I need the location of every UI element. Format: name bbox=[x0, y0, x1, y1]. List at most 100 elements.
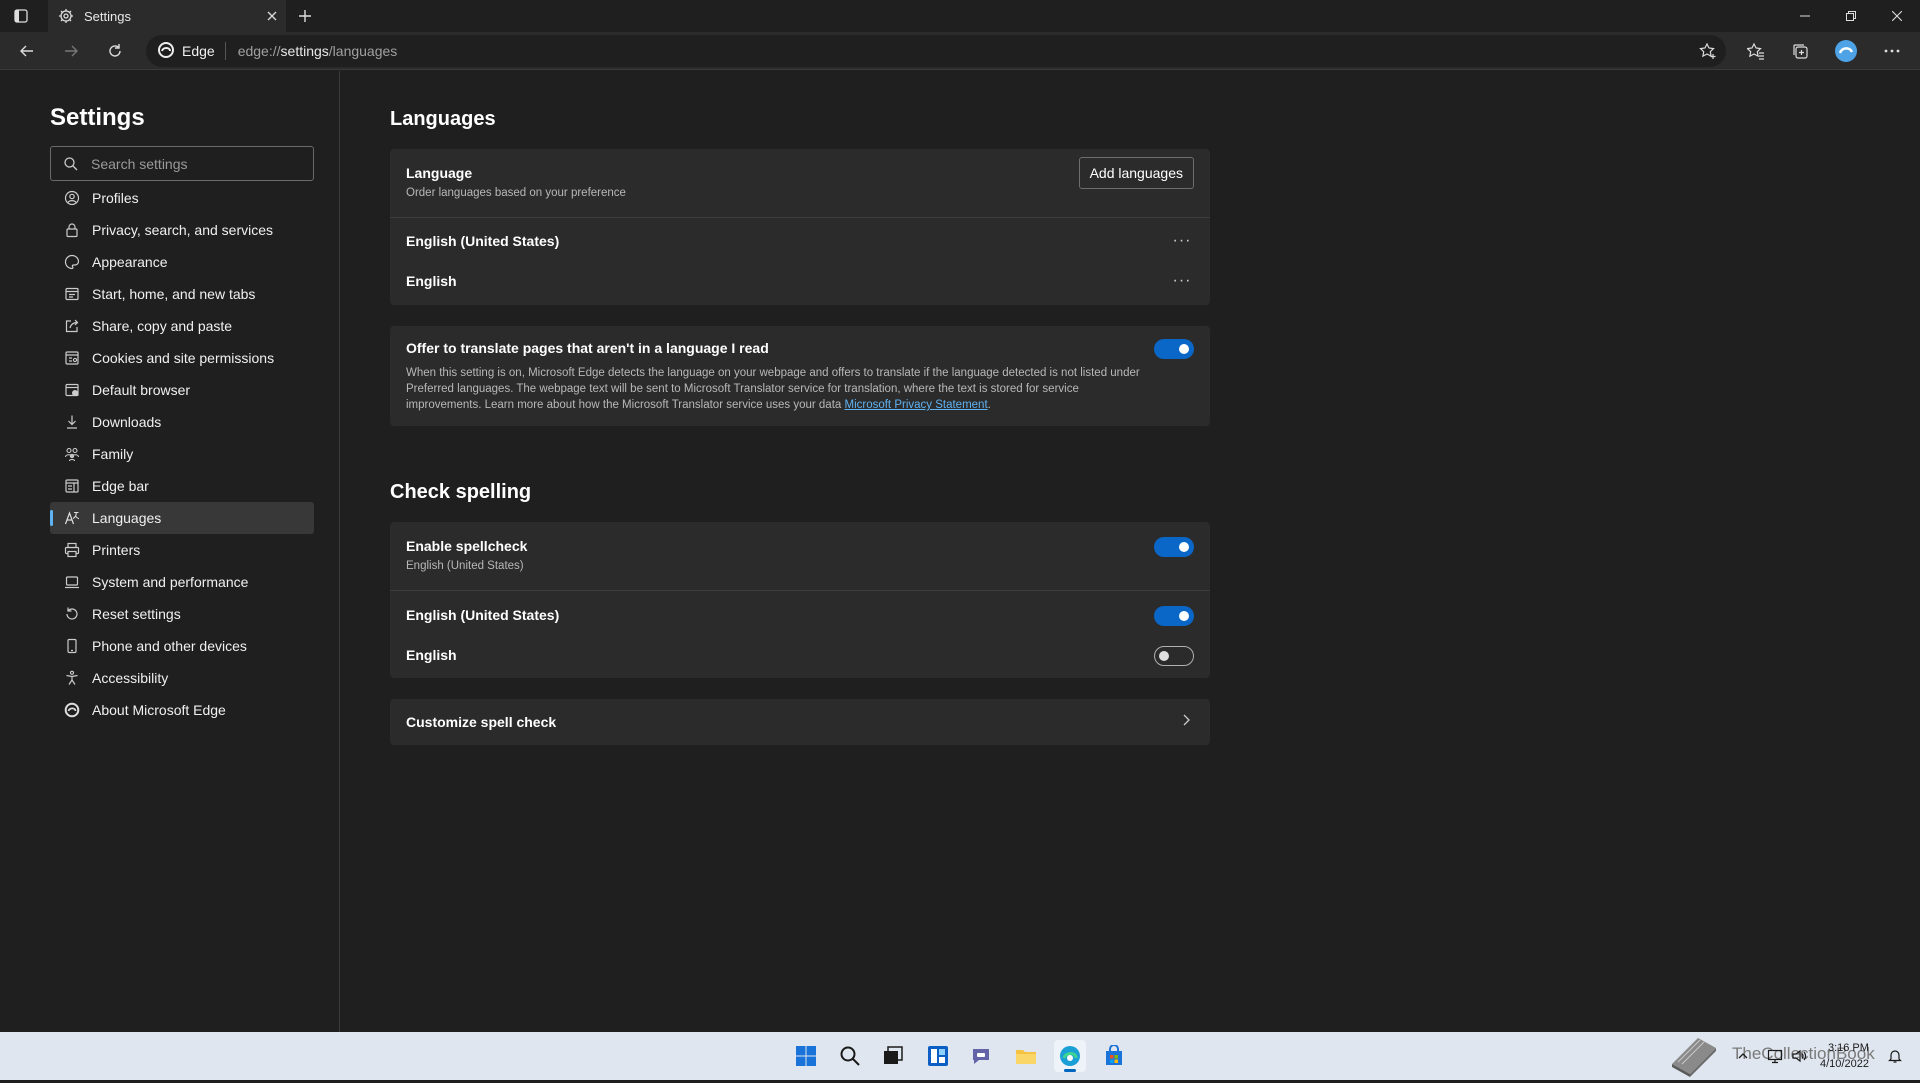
sidebar-item-default-browser[interactable]: Default browser bbox=[50, 374, 314, 406]
spellcheck-subtitle: English (United States) bbox=[406, 560, 524, 572]
spell-language-item: English bbox=[406, 647, 457, 663]
back-arrow-icon[interactable] bbox=[12, 37, 42, 65]
tab-actions-icon[interactable] bbox=[12, 7, 30, 25]
share-icon bbox=[64, 318, 80, 334]
search-icon[interactable] bbox=[834, 1040, 866, 1072]
settings-sidebar: Settings Profiles Privacy, search, and s… bbox=[0, 71, 340, 1032]
edge-browser-icon[interactable] bbox=[1054, 1040, 1086, 1072]
appearance-icon bbox=[64, 254, 80, 270]
address-bar[interactable]: Edge edge://settings/languages bbox=[146, 35, 1726, 67]
chevron-up-icon[interactable] bbox=[1734, 1047, 1752, 1065]
sidebar-item-label: Cookies and site permissions bbox=[92, 350, 275, 366]
sidebar-item-accessibility[interactable]: Accessibility bbox=[50, 662, 314, 694]
phone-icon bbox=[64, 638, 80, 654]
download-icon bbox=[64, 414, 80, 430]
sidebar-item-printers[interactable]: Printers bbox=[50, 534, 314, 566]
new-tab-icon[interactable] bbox=[292, 4, 318, 28]
sidebar-item-share[interactable]: Share, copy and paste bbox=[50, 310, 314, 342]
customize-spellcheck-row[interactable]: Customize spell check bbox=[390, 699, 1210, 745]
search-box[interactable] bbox=[50, 146, 314, 181]
site-identity[interactable]: Edge bbox=[146, 41, 226, 61]
volume-icon[interactable] bbox=[1790, 1047, 1808, 1065]
add-languages-button[interactable]: Add languages bbox=[1078, 157, 1194, 189]
language-item: English (United States) bbox=[406, 233, 560, 249]
sidebar-item-languages[interactable]: Languages bbox=[50, 502, 314, 534]
sidebar-item-label: Languages bbox=[92, 510, 162, 526]
sidebar-item-appearance[interactable]: Appearance bbox=[50, 246, 314, 278]
sidebar-item-edge-bar[interactable]: Edge bar bbox=[50, 470, 314, 502]
sidebar-item-profiles[interactable]: Profiles bbox=[50, 182, 314, 214]
sidebar-item-label: Profiles bbox=[92, 190, 139, 206]
more-options-icon[interactable]: ··· bbox=[1170, 231, 1194, 251]
clock-date: 4/10/2022 bbox=[1820, 1058, 1869, 1070]
settings-nav: Profiles Privacy, search, and services A… bbox=[50, 182, 314, 726]
translate-toggle[interactable] bbox=[1154, 339, 1194, 359]
settings-content: Languages Language Order languages based… bbox=[341, 71, 1920, 1032]
sidebar-item-label: Downloads bbox=[92, 414, 162, 430]
sidebar-item-reset[interactable]: Reset settings bbox=[50, 598, 314, 630]
languages-icon bbox=[64, 510, 80, 526]
gear-icon bbox=[58, 8, 74, 24]
sidebar-item-label: Privacy, search, and services bbox=[92, 222, 274, 238]
favorites-icon[interactable] bbox=[1740, 37, 1772, 65]
edge-logo-icon bbox=[158, 41, 174, 61]
more-options-icon[interactable] bbox=[1876, 37, 1908, 65]
close-tab-icon[interactable] bbox=[258, 2, 286, 30]
sidebar-item-phone[interactable]: Phone and other devices bbox=[50, 630, 314, 662]
start-icon[interactable] bbox=[790, 1040, 822, 1072]
close-window-icon[interactable] bbox=[1874, 0, 1920, 32]
laptop-icon bbox=[64, 574, 80, 590]
refresh-icon[interactable] bbox=[100, 37, 130, 65]
tab-settings[interactable]: Settings bbox=[48, 0, 286, 32]
sidebar-item-label: Appearance bbox=[92, 254, 168, 270]
translate-card: Offer to translate pages that aren't in … bbox=[390, 326, 1210, 426]
system-clock[interactable]: 3:16 PM 4/10/2022 bbox=[1820, 1040, 1869, 1072]
check-spelling-heading: Check spelling bbox=[390, 481, 532, 503]
spell-language-toggle[interactable] bbox=[1154, 606, 1194, 626]
notification-icon[interactable] bbox=[1886, 1047, 1904, 1065]
task-view-icon[interactable] bbox=[877, 1040, 909, 1072]
search-input[interactable] bbox=[91, 155, 301, 172]
profile-avatar-icon[interactable] bbox=[1830, 37, 1862, 65]
collections-icon[interactable] bbox=[1784, 37, 1816, 65]
spell-language-item: English (United States) bbox=[406, 607, 560, 623]
customize-spellcheck-label: Customize spell check bbox=[406, 714, 557, 730]
tab-strip: Settings bbox=[0, 0, 1920, 32]
minimize-icon[interactable] bbox=[1782, 0, 1828, 32]
edgebar-icon bbox=[64, 478, 80, 494]
spellcheck-toggle[interactable] bbox=[1154, 537, 1194, 557]
sidebar-item-label: Phone and other devices bbox=[92, 638, 247, 654]
more-options-icon[interactable]: ··· bbox=[1170, 271, 1194, 291]
language-item: English bbox=[406, 273, 457, 289]
translate-title: Offer to translate pages that aren't in … bbox=[406, 340, 769, 356]
network-icon[interactable] bbox=[1766, 1047, 1784, 1065]
book-logo-icon bbox=[1668, 1034, 1720, 1083]
search-icon bbox=[63, 156, 79, 172]
languages-card: Language Order languages based on your p… bbox=[390, 149, 1210, 305]
sidebar-item-start-home[interactable]: Start, home, and new tabs bbox=[50, 278, 314, 310]
privacy-statement-link[interactable]: Microsoft Privacy Statement bbox=[844, 399, 987, 411]
restore-icon[interactable] bbox=[1828, 0, 1874, 32]
add-favorite-icon[interactable] bbox=[1692, 37, 1724, 65]
sidebar-item-label: Share, copy and paste bbox=[92, 318, 233, 334]
sidebar-title: Settings bbox=[50, 104, 145, 131]
chat-icon[interactable] bbox=[965, 1040, 997, 1072]
family-icon bbox=[64, 446, 80, 462]
sidebar-item-privacy[interactable]: Privacy, search, and services bbox=[50, 214, 314, 246]
sidebar-item-label: Family bbox=[92, 446, 134, 462]
chevron-right-icon bbox=[1178, 712, 1194, 728]
sidebar-item-family[interactable]: Family bbox=[50, 438, 314, 470]
clock-time: 3:16 PM bbox=[1827, 1042, 1869, 1054]
language-title: Language bbox=[406, 165, 473, 181]
sidebar-item-label: About Microsoft Edge bbox=[92, 702, 226, 718]
sidebar-item-about[interactable]: About Microsoft Edge bbox=[50, 694, 314, 726]
widgets-icon[interactable] bbox=[922, 1040, 954, 1072]
spell-language-toggle[interactable] bbox=[1154, 646, 1194, 666]
store-icon[interactable] bbox=[1098, 1040, 1130, 1072]
file-explorer-icon[interactable] bbox=[1010, 1040, 1042, 1072]
sidebar-item-system[interactable]: System and performance bbox=[50, 566, 314, 598]
forward-arrow-icon[interactable] bbox=[56, 37, 86, 65]
sidebar-item-downloads[interactable]: Downloads bbox=[50, 406, 314, 438]
sidebar-item-label: Accessibility bbox=[92, 670, 169, 686]
sidebar-item-cookies[interactable]: Cookies and site permissions bbox=[50, 342, 314, 374]
